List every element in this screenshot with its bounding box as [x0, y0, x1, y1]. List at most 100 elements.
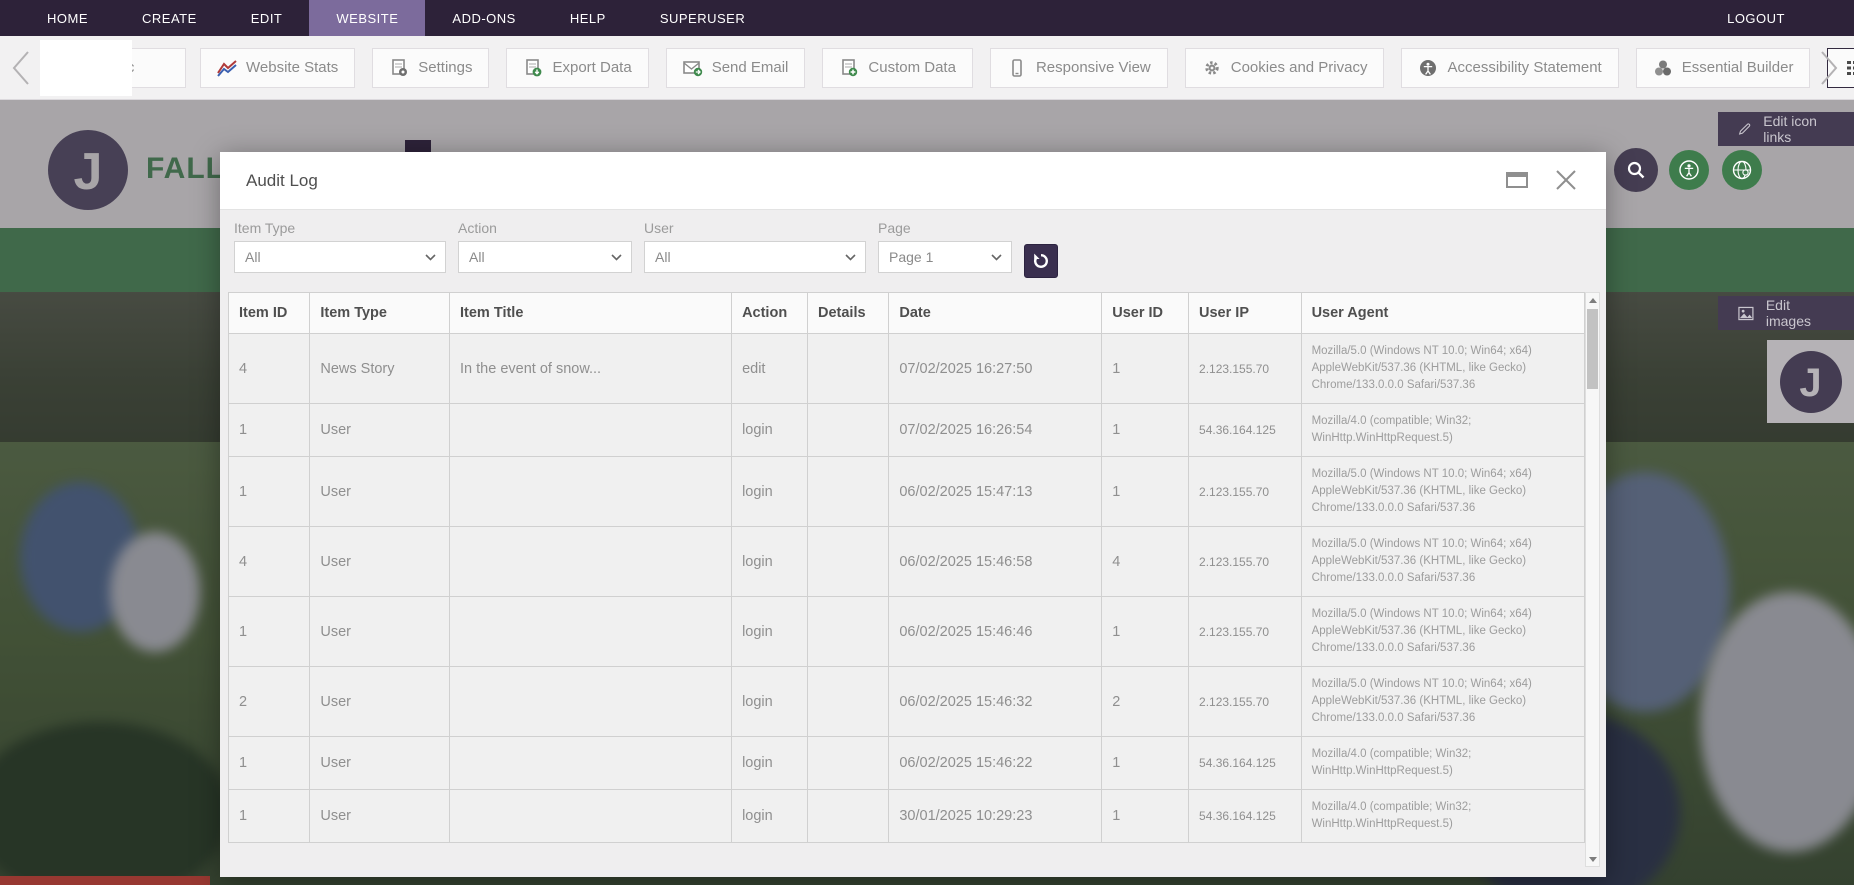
table-row[interactable]: 1Userlogin30/01/2025 10:29:23154.36.164.… [229, 790, 1585, 843]
page-select[interactable]: Page 1 [878, 241, 1012, 273]
filter-label: User [644, 220, 866, 236]
cell-item-type: User [310, 667, 450, 736]
nav-website[interactable]: WEBSITE [309, 0, 425, 36]
cell-date: 07/02/2025 16:26:54 [889, 404, 1102, 456]
responsive-phone-icon [1007, 59, 1027, 77]
close-icon[interactable] [1554, 168, 1578, 192]
site-translate-button[interactable] [1722, 150, 1762, 190]
edit-images-button[interactable]: Edit images [1718, 296, 1854, 330]
table-row[interactable]: 1Userlogin06/02/2025 15:47:1312.123.155.… [229, 457, 1585, 527]
cell-item-type: User [310, 457, 450, 526]
cell-action: edit [732, 334, 808, 403]
cookies-privacy-button[interactable]: Cookies and Privacy [1185, 48, 1385, 88]
cell-item-title [450, 597, 732, 666]
table-row[interactable]: 1Userlogin06/02/2025 15:46:22154.36.164.… [229, 737, 1585, 790]
top-nav-bar: HOME CREATE EDIT WEBSITE ADD-ONS HELP SU… [0, 0, 1854, 36]
cell-date: 06/02/2025 15:46:32 [889, 667, 1102, 736]
accessibility-statement-button[interactable]: Accessibility Statement [1401, 48, 1618, 88]
table-row[interactable]: 4Userlogin06/02/2025 15:46:5842.123.155.… [229, 527, 1585, 597]
application-window: HOME CREATE EDIT WEBSITE ADD-ONS HELP SU… [0, 0, 1854, 885]
refresh-icon [1032, 252, 1050, 270]
column-header-user-id: User ID [1102, 293, 1189, 333]
cell-user-id: 2 [1102, 667, 1189, 736]
cell-date: 07/02/2025 16:27:50 [889, 334, 1102, 403]
table-row[interactable]: 1Userlogin07/02/2025 16:26:54154.36.164.… [229, 404, 1585, 457]
nav-superuser[interactable]: SUPERUSER [633, 0, 772, 36]
scroll-right-icon[interactable] [1818, 50, 1840, 86]
cell-action: login [732, 527, 808, 596]
table-row[interactable]: 1Userlogin06/02/2025 15:46:4612.123.155.… [229, 597, 1585, 667]
filter-label: Action [458, 220, 632, 236]
edit-icon-links-button[interactable]: Edit icon links [1718, 112, 1854, 146]
website-toolbar: ync Website Stats Settings [0, 36, 1854, 100]
scrollbar-up-arrow[interactable] [1586, 293, 1599, 307]
nav-help[interactable]: HELP [543, 0, 633, 36]
cell-user-ip: 54.36.164.125 [1189, 790, 1302, 842]
website-stats-button[interactable]: Website Stats [200, 48, 355, 88]
scroll-left-icon[interactable] [10, 50, 32, 86]
cell-item-id: 1 [229, 597, 310, 666]
refresh-button[interactable] [1024, 244, 1058, 278]
action-select[interactable]: All [458, 241, 632, 273]
cell-item-id: 1 [229, 737, 310, 789]
button-label: Export Data [552, 59, 631, 76]
settings-doc-icon [389, 59, 409, 77]
cell-item-id: 1 [229, 404, 310, 456]
site-name-text: FALL [146, 152, 225, 186]
chevron-down-icon [991, 254, 1002, 261]
site-corner-logo-letter: J [1799, 363, 1821, 403]
settings-button[interactable]: Settings [372, 48, 489, 88]
nav-edit[interactable]: EDIT [224, 0, 310, 36]
selected-value: All [469, 249, 485, 265]
nav-create[interactable]: CREATE [115, 0, 224, 36]
nav-add-ons[interactable]: ADD-ONS [425, 0, 542, 36]
site-logo[interactable]: J [48, 130, 128, 210]
modal-title-bar: Audit Log [220, 152, 1606, 210]
site-accessibility-button[interactable] [1669, 150, 1709, 190]
nav-logout[interactable]: LOGOUT [1700, 0, 1812, 36]
cookies-gear-icon [1202, 59, 1222, 77]
send-email-button[interactable]: Send Email [666, 48, 806, 88]
cell-details [808, 527, 889, 596]
selected-value: All [245, 249, 261, 265]
cell-user-id: 1 [1102, 334, 1189, 403]
scrollbar-thumb[interactable] [1587, 309, 1598, 389]
edit-images-label: Edit images [1766, 297, 1834, 329]
cell-user-agent: Mozilla/5.0 (Windows NT 10.0; Win64; x64… [1302, 527, 1585, 596]
cell-user-agent: Mozilla/5.0 (Windows NT 10.0; Win64; x64… [1302, 597, 1585, 666]
scrollbar-down-arrow[interactable] [1586, 852, 1599, 866]
maximize-icon[interactable] [1506, 172, 1528, 188]
cell-user-ip: 2.123.155.70 [1189, 667, 1302, 736]
export-data-button[interactable]: Export Data [506, 48, 648, 88]
column-header-details: Details [808, 293, 889, 333]
table-scrollbar[interactable] [1585, 292, 1600, 867]
site-search-button[interactable] [1614, 148, 1658, 192]
cell-item-type: User [310, 597, 450, 666]
nav-home[interactable]: HOME [20, 0, 115, 36]
table-row[interactable]: 2Userlogin06/02/2025 15:46:3222.123.155.… [229, 667, 1585, 737]
user-select[interactable]: All [644, 241, 866, 273]
cell-item-id: 2 [229, 667, 310, 736]
cell-user-id: 1 [1102, 457, 1189, 526]
cell-details [808, 457, 889, 526]
custom-data-button[interactable]: Custom Data [822, 48, 973, 88]
table-header-row: Item IDItem TypeItem TitleActionDetailsD… [229, 293, 1585, 334]
cell-user-agent: Mozilla/4.0 (compatible; Win32; WinHttp.… [1302, 737, 1585, 789]
cell-user-agent: Mozilla/5.0 (Windows NT 10.0; Win64; x64… [1302, 457, 1585, 526]
cell-action: login [732, 404, 808, 456]
cell-details [808, 597, 889, 666]
cell-user-ip: 54.36.164.125 [1189, 737, 1302, 789]
column-header-user-agent: User Agent [1302, 293, 1585, 333]
accessibility-icon [1418, 59, 1438, 77]
cell-date: 30/01/2025 10:29:23 [889, 790, 1102, 842]
essential-builder-button[interactable]: Essential Builder [1636, 48, 1811, 88]
cell-user-agent: Mozilla/5.0 (Windows NT 10.0; Win64; x64… [1302, 667, 1585, 736]
item-type-select[interactable]: All [234, 241, 446, 273]
audit-table-region: Item IDItem TypeItem TitleActionDetailsD… [220, 290, 1606, 877]
chevron-down-icon [611, 254, 622, 261]
filter-page: Page Page 1 [878, 220, 1012, 290]
table-row[interactable]: 4News StoryIn the event of snow...edit07… [229, 334, 1585, 404]
filter-bar: Item Type All Action All User All [220, 210, 1606, 290]
site-logo-letter: J [74, 146, 103, 198]
responsive-view-button[interactable]: Responsive View [990, 48, 1168, 88]
